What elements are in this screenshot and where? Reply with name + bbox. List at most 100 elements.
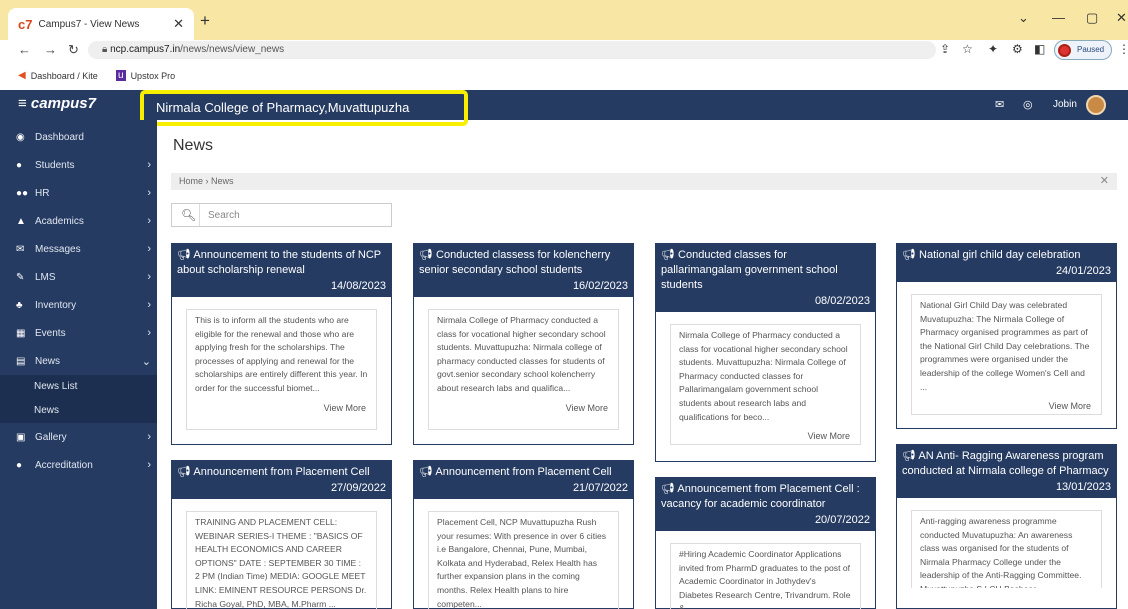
back-icon[interactable]: ← [18,42,31,57]
megaphone-icon: 📢︎ [902,249,920,261]
close-tab-icon[interactable]: ✕ [173,16,184,32]
bookmark-label: Upstox Pro [130,70,176,81]
chevron-right-icon: › [147,187,151,199]
circle-icon: ● [16,459,23,471]
close-icon[interactable]: ✕ [1100,173,1109,190]
view-more-link[interactable]: View More [808,430,850,444]
sidebar-item-accreditation[interactable]: ● Accreditation › [0,453,157,477]
sidebar-item-news[interactable]: ▤ News ⌄ [0,349,157,373]
logo[interactable]: ≡ campus7 [18,95,96,112]
share-icon[interactable]: ⇪ [940,42,950,56]
news-card-date: 13/01/2023 [1055,481,1111,493]
menu-icon[interactable]: ⋮ [1118,42,1128,56]
search-icon: 🔍︎ [181,208,197,222]
news-card[interactable]: 📢︎ Announcement from Placement Cell 27/09… [171,460,392,609]
sidebar-item-gallery[interactable]: ▣ Gallery › [0,425,157,449]
chevron-right-icon: › [147,299,151,311]
breadcrumb-text[interactable]: Home › News [179,176,234,186]
page-title: News [173,137,214,154]
chevron-down-icon: ⌄ [141,355,151,368]
megaphone-icon: 📢︎ [177,466,194,478]
news-card-title[interactable]: Conducted classes for pallarimangalam go… [661,249,838,291]
news-card[interactable]: 📢︎ Conducted classess for kolencherry se… [413,243,634,445]
extensions-icon[interactable]: ⚙ [1012,42,1023,56]
news-card[interactable]: 📢︎ Announcement from Placement Cell 21/07… [413,460,634,609]
news-card[interactable]: 📢︎ Announcement from Placement Cell : va… [655,477,876,609]
divider [199,204,200,226]
news-card-text: TRAINING AND PLACEMENT CELL: WEBINAR SER… [195,517,367,609]
news-card-body: This is to inform all the students who a… [186,309,377,430]
news-card-body: #Hiring Academic Coordinator Application… [670,543,861,609]
inventory-icon: ♣ [16,299,23,311]
extension-pin-icon[interactable]: ✦ [988,42,998,56]
news-card-title[interactable]: Announcement to the students of NCP abou… [177,249,381,276]
news-card-title[interactable]: Announcement from Placement Cell : vacan… [661,483,860,510]
globe-icon[interactable]: ◎ [1023,98,1033,111]
star-icon[interactable]: ☆ [962,42,973,56]
graduation-cap-icon: ▲ [16,215,26,227]
sidebar-item-students[interactable]: ● Students › [0,153,157,177]
college-name-box: Nirmala College of Pharmacy,Muvattupuzha [140,90,468,126]
megaphone-icon: 📢︎ [177,249,194,261]
upstox-icon: u [116,70,126,81]
sidebar-item-events[interactable]: ▦ Events › [0,321,157,345]
sidebar-item-inventory[interactable]: ♣ Inventory › [0,293,157,317]
envelope-icon: ✉ [16,243,25,255]
close-window-icon[interactable]: ✕ [1116,10,1127,26]
tab-search-icon[interactable]: ⌄ [1018,10,1029,26]
search-input[interactable]: Search [208,210,240,221]
app-header: ≡ campus7 Nirmala College of Pharmacy,Mu… [0,90,1128,126]
sidebar-subitem-news-list[interactable]: News List [0,375,157,399]
news-card[interactable]: 📢︎ AN Anti- Ragging Awareness program co… [896,444,1117,609]
news-card-header: 📢︎ Announcement from Placement Cell : va… [656,478,875,531]
sidebar-item-label: Inventory [35,299,77,311]
news-card[interactable]: 📢︎ Conducted classes for pallarimangalam… [655,243,876,462]
mail-icon[interactable]: ✉ [995,98,1004,111]
restore-icon[interactable]: ▢ [1086,10,1098,26]
news-card[interactable]: 📢︎ National girl child day celebration 24… [896,243,1117,429]
bookmark-item[interactable]: ◀ Dashboard / Kite [18,70,98,81]
sidepanel-icon[interactable]: ◧ [1034,42,1045,56]
sidebar-item-lms[interactable]: ✎ LMS › [0,265,157,289]
view-more-link[interactable]: View More [1049,400,1091,414]
news-card-header: 📢︎ Announcement from Placement Cell 27/09… [172,461,391,499]
news-card-date: 21/07/2022 [572,482,628,494]
new-tab-icon[interactable]: + [200,11,210,31]
avatar[interactable] [1086,95,1106,115]
search-box[interactable]: 🔍︎ Search [171,203,392,227]
news-card-title[interactable]: Announcement from Placement Cell [435,466,611,478]
minimize-icon[interactable]: — [1052,10,1065,25]
news-card-body: Placement Cell, NCP Muvattupuzha Rush yo… [428,511,619,609]
megaphone-icon: 📢︎ [661,483,678,495]
sidebar-item-hr[interactable]: ●● HR › [0,181,157,205]
megaphone-icon: 📢︎ [661,249,679,261]
sidebar-item-messages[interactable]: ✉ Messages › [0,237,157,261]
profile-avatar [1058,44,1071,57]
news-card-title[interactable]: Announcement from Placement Cell [193,466,369,478]
profile-button[interactable]: Paused [1054,40,1112,60]
news-card-title[interactable]: National girl child day celebration [919,249,1080,261]
news-card-header: 📢︎ National girl child day celebration 24… [897,244,1116,282]
reload-icon[interactable]: ↻ [68,42,79,58]
news-card-title[interactable]: AN Anti- Ragging Awareness program condu… [902,450,1109,477]
edit-icon: ✎ [16,271,25,283]
forward-icon[interactable]: → [44,42,57,57]
sidebar-item-academics[interactable]: ▲ Academics › [0,209,157,233]
view-more-link[interactable]: View More [324,402,366,416]
news-card-body: Nirmala College of Pharmacy conducted a … [670,324,861,445]
sidebar-subitem-news[interactable]: News [0,399,157,423]
user-name[interactable]: Jobin [1053,99,1077,110]
browser-tab[interactable]: c7 Campus7 - View News ✕ [8,8,194,40]
sidebar-item-dashboard[interactable]: ◉ Dashboard [0,125,157,149]
url-field[interactable]: 🔒︎ ncp.campus7.in/news/news/view_news [88,41,936,59]
bookmark-item[interactable]: u Upstox Pro [116,70,175,81]
news-card-text: #Hiring Academic Coordinator Application… [679,549,851,609]
news-card-date: 16/02/2023 [572,280,628,292]
news-card-title[interactable]: Conducted classess for kolencherry senio… [419,249,610,276]
bookmark-label: Dashboard / Kite [30,70,98,81]
view-more-link[interactable]: View More [566,402,608,416]
lock-icon: 🔒︎ [102,44,111,55]
breadcrumb: Home › News ✕ [171,173,1117,190]
sidebar-item-label: Events [35,327,66,339]
news-card[interactable]: 📢︎ Announcement to the students of NCP a… [171,243,392,445]
